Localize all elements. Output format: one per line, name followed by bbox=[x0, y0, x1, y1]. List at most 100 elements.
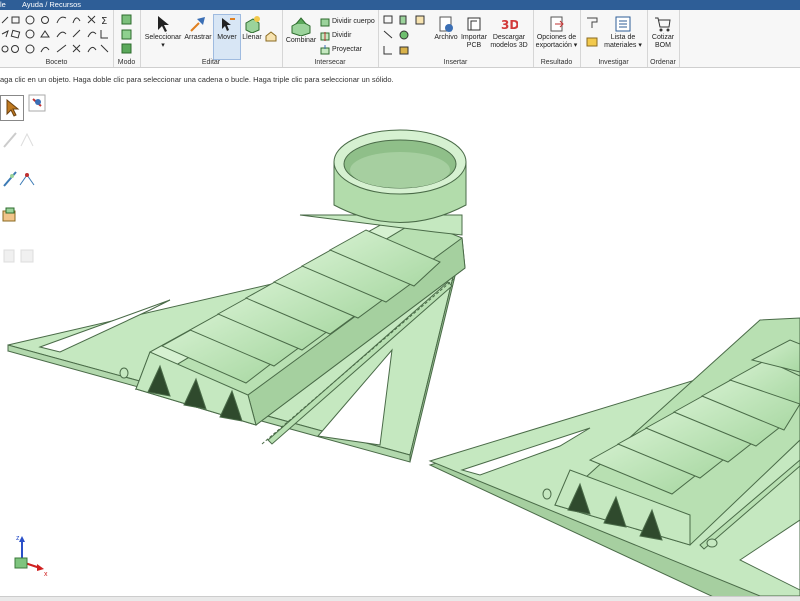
group-resultado: Opciones de exportación ▾ Resultado bbox=[533, 10, 581, 67]
construction-line-icon bbox=[56, 44, 67, 53]
repair-button[interactable] bbox=[265, 30, 277, 42]
group-intersecar: Combinar Dividir cuerpo Dividir Proyecta… bbox=[282, 10, 379, 67]
bom-button[interactable]: Lista de materiales ▾ bbox=[602, 15, 644, 50]
part-1[interactable] bbox=[7, 129, 467, 463]
polyline-icon bbox=[1, 30, 9, 38]
pull-label: Arrastrar bbox=[184, 34, 212, 41]
menu-item-help[interactable]: Ayuda / Recursos bbox=[22, 0, 81, 10]
export-options-label-2: exportación ▾ bbox=[535, 42, 578, 49]
fill-icon bbox=[245, 16, 260, 33]
select-arrow-icon bbox=[158, 16, 169, 32]
corner-icon bbox=[100, 30, 108, 39]
image-icon bbox=[415, 15, 425, 25]
split-icon bbox=[320, 32, 330, 41]
quote-bom-label-1: Cotizar bbox=[651, 34, 675, 41]
move-icon bbox=[222, 18, 235, 31]
split-body-button[interactable]: Dividir cuerpo bbox=[320, 16, 375, 28]
circle-tangent-icon bbox=[25, 44, 35, 54]
download-3d-label-1: Descargar bbox=[492, 34, 526, 41]
group-editar: Seleccionar ▾ Arrastrar Mover Llenar Edi… bbox=[140, 10, 283, 67]
point-icon bbox=[1, 45, 9, 53]
split-body-icon bbox=[320, 18, 330, 27]
group-label-insertar: Insertar bbox=[443, 59, 468, 66]
combine-icon bbox=[291, 17, 311, 36]
cart-icon bbox=[655, 17, 671, 32]
polygon-icon bbox=[40, 30, 50, 38]
axis-triad[interactable]: z x bbox=[6, 532, 52, 578]
section-mode-icon bbox=[121, 29, 132, 40]
combine-label: Combinar bbox=[285, 37, 317, 44]
download-3d-button[interactable]: 3D Descargar modelos 3D bbox=[489, 15, 529, 50]
ribbon-toolbar: Σ Boceto Modo Seleccionar ▾ Arrastrar Mo… bbox=[0, 10, 800, 68]
group-modo: Modo bbox=[113, 10, 141, 67]
measure-tools bbox=[586, 17, 598, 47]
group-label-editar: Editar bbox=[201, 59, 221, 66]
fill-button[interactable]: Llenar bbox=[240, 15, 264, 42]
combine-button[interactable]: Combinar bbox=[284, 16, 318, 45]
shell-icon bbox=[399, 46, 409, 55]
rotated-rectangle-icon bbox=[10, 29, 21, 39]
split-button[interactable]: Dividir bbox=[320, 30, 351, 42]
quote-bom-button[interactable]: Cotizar BOM bbox=[648, 15, 678, 50]
chevron-down-icon: ▾ bbox=[161, 42, 165, 49]
svg-text:3D: 3D bbox=[501, 18, 518, 32]
quote-bom-label-2: BOM bbox=[655, 42, 671, 49]
sigma-icon: Σ bbox=[101, 16, 107, 27]
move-button[interactable]: Mover bbox=[213, 14, 241, 60]
menu-item-file[interactable]: le bbox=[0, 0, 6, 10]
group-label-ordenar: Ordenar bbox=[650, 59, 676, 66]
circle-icon bbox=[25, 15, 35, 25]
sketch-tools-grid: Σ bbox=[1, 15, 109, 54]
file-button[interactable]: Archivo bbox=[432, 15, 460, 42]
bom-label-1: Lista de bbox=[610, 34, 636, 41]
export-options-button[interactable]: Opciones de exportación ▾ bbox=[534, 15, 579, 50]
origin-icon bbox=[383, 46, 392, 55]
circle-center-icon bbox=[11, 45, 19, 53]
sphere-icon bbox=[399, 30, 409, 40]
export-options-label-1: Opciones de bbox=[536, 34, 577, 41]
group-ordenar: Cotizar BOM Ordenar bbox=[647, 10, 680, 67]
arc-icon bbox=[56, 16, 67, 24]
measure-icon bbox=[587, 17, 598, 28]
select-button[interactable]: Seleccionar ▾ bbox=[143, 15, 183, 50]
project-icon bbox=[320, 45, 330, 55]
group-label-investigar: Investigar bbox=[598, 59, 629, 66]
bom-label-2: materiales ▾ bbox=[604, 42, 642, 49]
trim-icon bbox=[87, 15, 96, 24]
ellipse-icon bbox=[41, 16, 49, 24]
file-label: Archivo bbox=[434, 34, 458, 41]
extend-icon bbox=[100, 44, 109, 53]
bend-icon bbox=[87, 46, 97, 53]
z-axis-label: z bbox=[16, 535, 20, 542]
fillet-icon bbox=[87, 31, 97, 38]
pull-button[interactable]: Arrastrar bbox=[184, 15, 212, 42]
model-viewport[interactable] bbox=[0, 90, 800, 596]
project-button[interactable]: Proyectar bbox=[320, 44, 362, 56]
repair-icon bbox=[265, 31, 277, 42]
file-icon bbox=[439, 16, 453, 32]
spline-icon bbox=[72, 17, 81, 24]
circle-3pt-icon bbox=[25, 29, 35, 39]
line-icon bbox=[1, 16, 9, 24]
move-label: Mover bbox=[217, 34, 237, 41]
insert-small-tools bbox=[383, 15, 425, 55]
split-body-label: Dividir cuerpo bbox=[332, 18, 375, 25]
import-pcb-label-1: Importar bbox=[460, 34, 488, 41]
cylinder-icon bbox=[399, 15, 407, 25]
pull-icon bbox=[190, 17, 205, 32]
status-hint: aga clic en un objeto. Haga doble clic p… bbox=[0, 75, 394, 84]
plane-icon bbox=[383, 15, 393, 24]
arc-center-icon bbox=[40, 46, 50, 53]
bom-icon bbox=[615, 16, 631, 32]
import-pcb-button[interactable]: Importar PCB bbox=[460, 15, 488, 50]
3d-mode-icon bbox=[121, 43, 132, 54]
menu-bar: le Ayuda / Recursos bbox=[0, 0, 800, 10]
offset-icon bbox=[72, 29, 81, 38]
triad-cube bbox=[14, 557, 28, 569]
part-2[interactable] bbox=[428, 317, 800, 596]
download-3d-label-2: modelos 3D bbox=[490, 42, 528, 49]
project-label: Proyectar bbox=[332, 46, 362, 53]
mirror-icon bbox=[72, 44, 81, 53]
ruler-icon bbox=[586, 37, 598, 47]
tangent-arc-icon bbox=[56, 31, 67, 38]
